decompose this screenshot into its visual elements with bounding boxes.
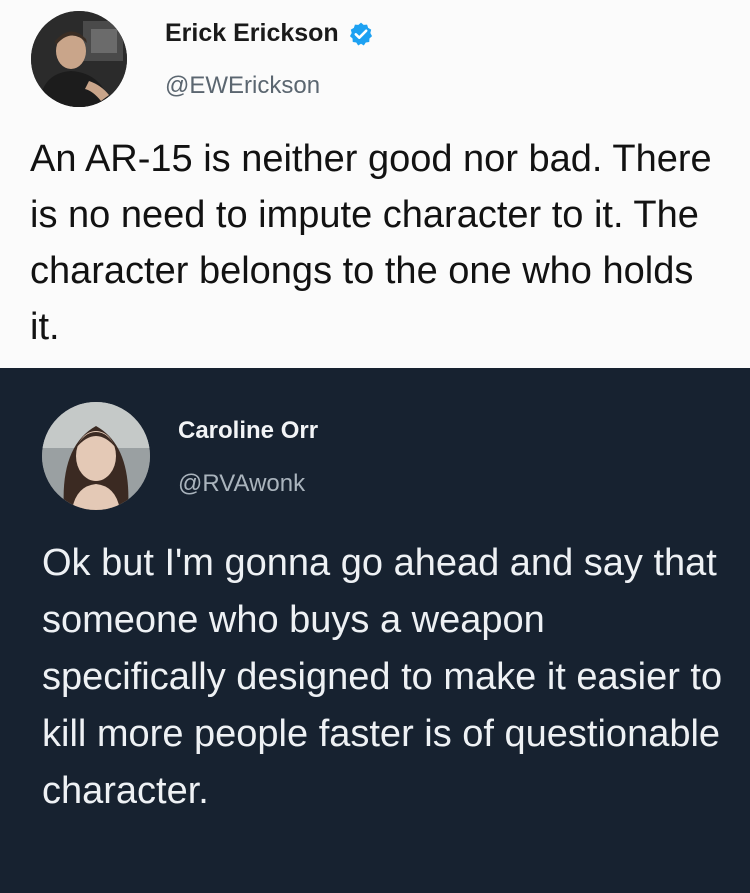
display-name-text: Erick Erickson [165, 19, 339, 47]
user-handle[interactable]: @EWErickson [165, 72, 320, 100]
display-name[interactable]: Caroline Orr [178, 417, 318, 445]
user-handle[interactable]: @RVAwonk [178, 470, 305, 498]
tweet-erick-erickson: Erick Erickson @EWErickson An AR-15 is n… [0, 0, 750, 368]
tweet-text: Ok but I'm gonna go ahead and say that s… [42, 542, 723, 812]
avatar[interactable] [42, 402, 150, 510]
avatar-photo [42, 402, 150, 510]
avatar-photo [31, 11, 127, 107]
avatar[interactable] [31, 11, 127, 107]
verified-badge-icon [348, 21, 374, 47]
tweet-text: An AR-15 is neither good nor bad. There … [30, 138, 712, 348]
tweet-caroline-orr: Caroline Orr @RVAwonk Ok but I'm gonna g… [0, 368, 750, 893]
display-name[interactable]: Erick Erickson [165, 19, 374, 48]
